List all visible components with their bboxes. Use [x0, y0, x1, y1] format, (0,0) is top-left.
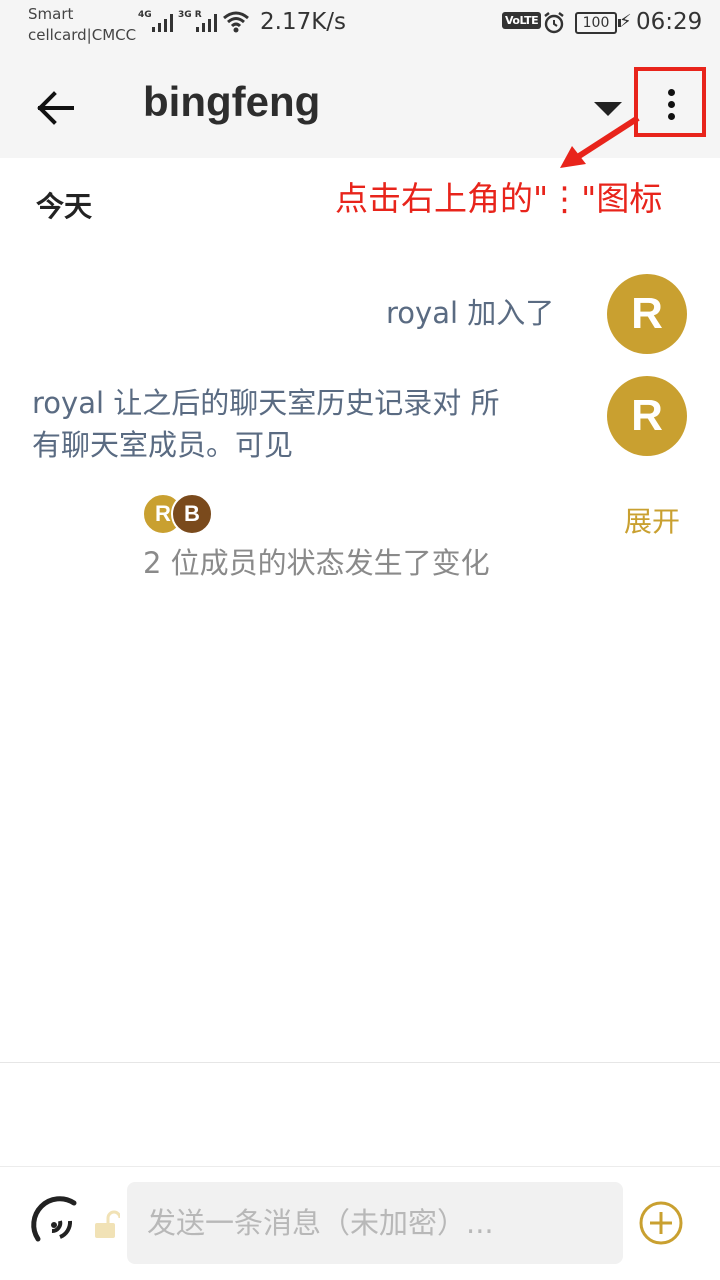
signal-icon-2: 3G R	[178, 10, 217, 32]
plus-circle-icon[interactable]	[638, 1200, 684, 1246]
network-type-2: 3G R	[178, 10, 202, 20]
network-type-1: 4G	[138, 10, 152, 20]
expand-link[interactable]: 展开	[624, 500, 680, 540]
voice-icon[interactable]	[30, 1195, 86, 1251]
mini-avatar-b: B	[171, 493, 213, 535]
alarm-icon	[544, 12, 564, 34]
network-speed: 2.17K/s	[260, 9, 347, 35]
divider	[0, 1062, 720, 1063]
message-input[interactable]	[127, 1182, 623, 1264]
clock: 06:29	[636, 9, 703, 35]
member-status-summary: 2 位成员的状态发生了变化	[143, 546, 490, 580]
carrier-line2: cellcard|CMCC	[28, 26, 137, 44]
annotation-arrow-icon	[560, 115, 640, 168]
carrier-label: Smart cellcard|CMCC	[28, 4, 136, 46]
date-separator: 今天	[36, 190, 93, 223]
event-history-line1: royal 让之后的聊天室历史记录对 所	[32, 386, 500, 420]
battery-indicator: 100	[575, 12, 621, 34]
arrow-left-icon[interactable]	[30, 82, 82, 134]
room-title: bingfeng	[143, 78, 321, 125]
avatar[interactable]: R	[607, 274, 687, 354]
charging-icon: ⚡	[619, 11, 632, 32]
annotation-text: 点击右上角的"⋮"图标	[335, 179, 663, 218]
composer-divider	[0, 1166, 720, 1167]
signal-icon: 4G	[138, 10, 173, 32]
event-history-line2: 有聊天室成员。可见	[32, 428, 294, 462]
carrier-line1: Smart	[28, 5, 74, 23]
event-joined-text: royal 加入了	[386, 296, 555, 330]
unlock-icon	[95, 1210, 120, 1238]
volte-badge: VoLTE	[502, 12, 542, 29]
avatar[interactable]: R	[607, 376, 687, 456]
wifi-icon	[223, 11, 249, 33]
event-history-text: royal 让之后的聊天室历史记录对 所 有聊天室成员。可见	[32, 382, 499, 466]
status-bar: Smart cellcard|CMCC 4G 3G R 2.17K/s VoLT…	[0, 0, 720, 58]
